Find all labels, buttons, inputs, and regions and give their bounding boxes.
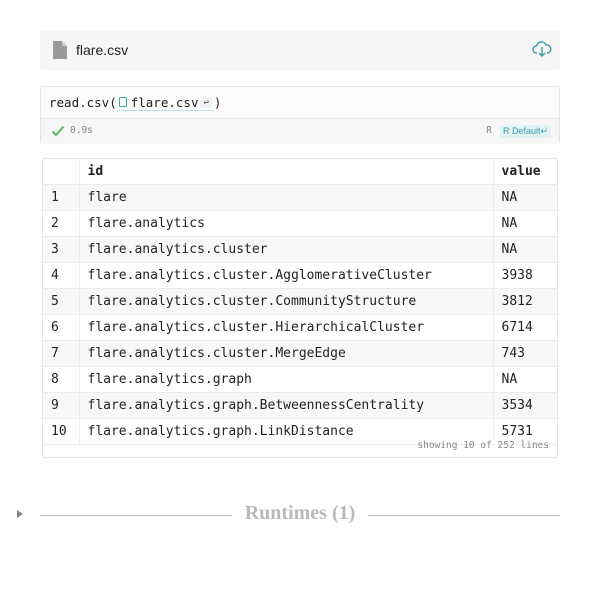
file-argument-chip[interactable]: flare.csv ↩ [116,95,214,111]
table-row: 7 flare.analytics.cluster.MergeEdge 743 [43,340,557,367]
cell-value: NA [493,366,557,393]
table-row: 3 flare.analytics.cluster NA [43,236,557,263]
row-index: 6 [43,314,80,341]
expand-triangle-icon[interactable] [17,510,23,518]
table-row: 9 flare.analytics.graph.BetweennessCentr… [43,392,557,419]
kernel-badge[interactable]: R Default↵ [499,125,551,138]
row-index: 2 [43,210,80,237]
cell-id: flare.analytics.cluster.CommunityStructu… [79,288,494,315]
file-chip-icon [118,97,127,107]
file-header: flare.csv [40,30,560,70]
cell-id: flare.analytics [79,210,494,237]
cell-value: 3938 [493,262,557,289]
cloud-upload-icon[interactable] [532,39,552,59]
divider-right [368,515,560,516]
table-header-row: id value [43,159,557,185]
code-prefix: read.csv( [49,95,117,110]
code-suffix: ) [213,95,222,110]
divider-left [40,515,232,516]
row-index: 10 [43,418,80,445]
cell-value: 6714 [493,314,557,341]
row-index: 9 [43,392,80,419]
table-row: 2 flare.analytics NA [43,210,557,237]
code-line[interactable]: read.csv(flare.csv ↩) [49,95,221,111]
row-index: 7 [43,340,80,367]
cell-value: NA [493,236,557,263]
row-index: 5 [43,288,80,315]
cell-id: flare [79,184,494,211]
row-index: 8 [43,366,80,393]
cell-id: flare.analytics.graph.BetweennessCentral… [79,392,494,419]
row-index: 1 [43,184,80,211]
cell-id: flare.analytics.graph [79,366,494,393]
file-icon [53,41,67,59]
cell-value: 3812 [493,288,557,315]
cell-value: NA [493,184,557,211]
code-cell[interactable]: read.csv(flare.csv ↩) 0.9s R R Default↵ [40,86,560,144]
runtimes-section: Runtimes (1) [0,500,600,530]
cell-value: 743 [493,340,557,367]
file-name: flare.csv [76,42,129,58]
cell-id: flare.analytics.cluster.MergeEdge [79,340,494,367]
row-index: 4 [43,262,80,289]
table-row: 1 flare NA [43,184,557,211]
column-header-index [43,159,80,185]
table-row: 8 flare.analytics.graph NA [43,366,557,393]
cell-value: NA [493,210,557,237]
file-argument: flare.csv [130,95,199,110]
column-header-id[interactable]: id [79,159,494,185]
table: id value 1 flare NA 2 flare.analytics NA… [43,159,557,445]
cell-id: flare.analytics.cluster [79,236,494,263]
cell-id: flare.analytics.cluster.HierarchicalClus… [79,314,494,341]
data-table: id value 1 flare NA 2 flare.analytics NA… [42,158,558,458]
language-label: R [486,125,492,136]
runtimes-title[interactable]: Runtimes (1) [232,502,368,525]
table-row: 5 flare.analytics.cluster.CommunityStruc… [43,288,557,315]
row-index: 3 [43,236,80,263]
cell-status-bar: 0.9s R R Default↵ [41,118,559,144]
cell-id: flare.analytics.cluster.AgglomerativeClu… [79,262,494,289]
runtime-label: 0.9s [70,125,93,136]
table-row: 6 flare.analytics.cluster.HierarchicalCl… [43,314,557,341]
check-icon [51,125,65,137]
return-icon: ↩ [200,98,212,108]
column-header-value[interactable]: value [493,159,557,185]
cell-value: 3534 [493,392,557,419]
table-footer: showing 10 of 252 lines [417,440,549,451]
table-row: 4 flare.analytics.cluster.AgglomerativeC… [43,262,557,289]
